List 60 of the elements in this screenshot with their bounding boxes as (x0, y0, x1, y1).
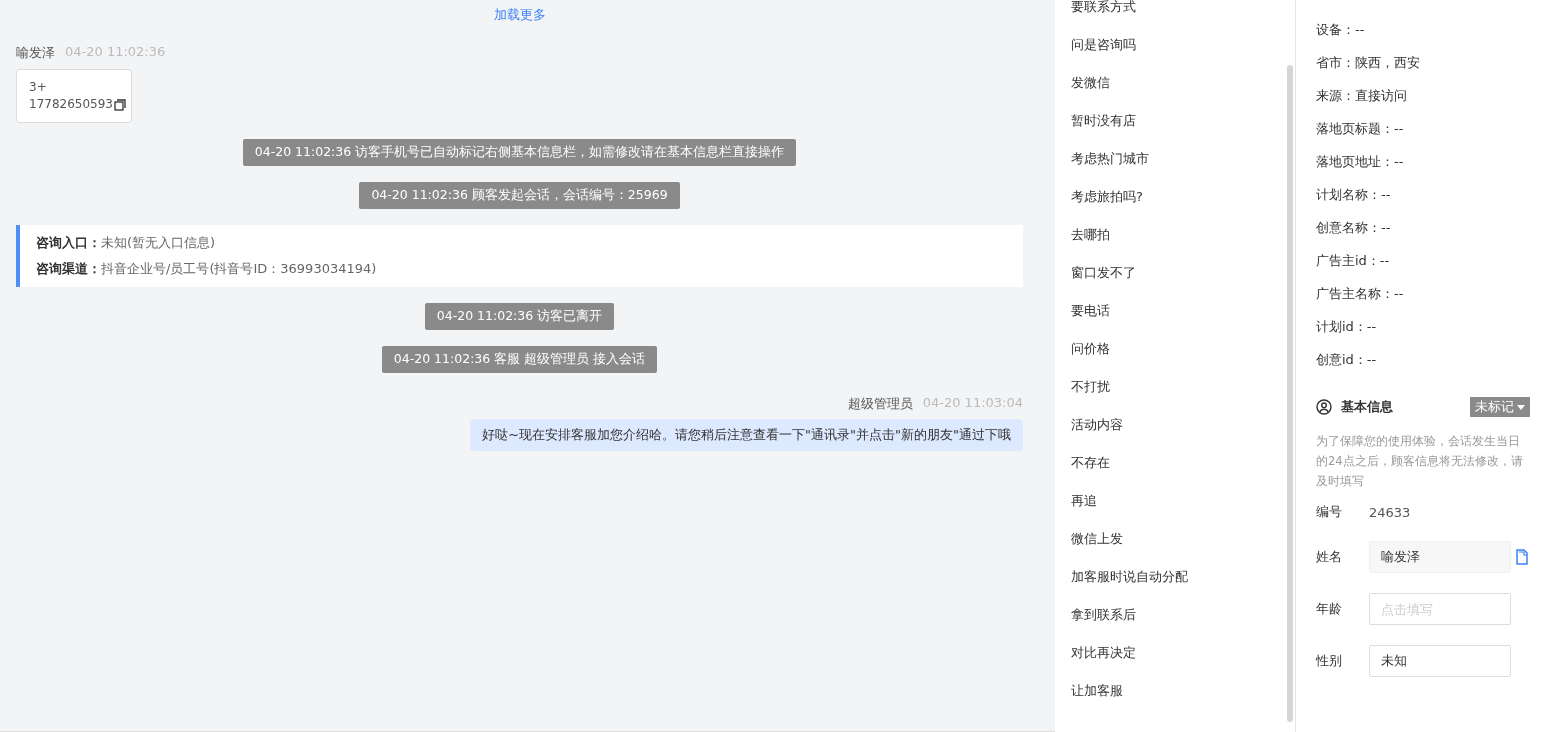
notice-text: 为了保障您的使用体验，会话发生当日的24点之后，顾客信息将无法修改，请及时填写 (1316, 433, 1524, 490)
info-value: 未知(暂无入口信息) (101, 235, 216, 250)
visit-info-item: 创意名称：-- (1316, 219, 1392, 237)
quick-reply-item[interactable]: 对比再决定 (1071, 634, 1295, 672)
sender-name: 超级管理员 (847, 395, 913, 413)
visit-info-item: 创意id：-- (1316, 351, 1378, 369)
message-time: 04-20 11:03:04 (922, 395, 1023, 412)
quick-reply-item[interactable]: 活动内容 (1071, 406, 1295, 444)
quick-reply-item[interactable]: 要联系方式 (1071, 0, 1295, 26)
quick-reply-item[interactable]: 考虑热门城市 (1071, 140, 1295, 178)
quick-reply-item[interactable]: 暂时没有店 (1071, 102, 1295, 140)
visit-info-item: 计划名称：-- (1316, 186, 1392, 204)
scrollbar[interactable] (1287, 65, 1293, 722)
message-time: 04-20 11:02:36 (65, 44, 166, 61)
copy-icon[interactable] (114, 98, 126, 111)
info-value: 抖音企业号/员工号(抖音号ID：36993034194) (101, 261, 377, 276)
caret-icon (1517, 404, 1525, 410)
info-label: 咨询入口： (36, 235, 101, 250)
customer-id: 24633 (1369, 504, 1411, 520)
quick-reply-item[interactable]: 窗口发不了 (1071, 254, 1295, 292)
quick-reply-item[interactable]: 问是咨询吗 (1071, 26, 1295, 64)
field-label: 性别 (1316, 652, 1343, 670)
quick-reply-item[interactable]: 不打扰 (1071, 368, 1295, 406)
info-label: 咨询渠道： (36, 261, 101, 276)
visit-info-item: 落地页标题：-- (1316, 120, 1405, 138)
field-label: 编号 (1316, 503, 1343, 521)
visit-info-item: 来源：直接访问 (1316, 87, 1408, 105)
visit-info-item: 落地页地址：-- (1316, 153, 1405, 171)
quick-reply-item[interactable]: 微信上发 (1071, 520, 1295, 558)
message-bubble: 好哒~现在安排客服加您介绍哈。请您稍后注意查看一下"通讯录"并点击"新的朋友"通过下哦 (470, 419, 1023, 451)
document-icon[interactable] (1515, 549, 1529, 565)
sender-name: 喻发泽 (16, 44, 55, 62)
input-field[interactable]: 喻发泽 (1369, 541, 1511, 573)
visit-info-item: 省市：陕西，西安 (1316, 54, 1421, 72)
field-label: 姓名 (1316, 548, 1343, 566)
quick-reply-item[interactable]: 发微信 (1071, 64, 1295, 102)
visit-info-item: 广告主id：-- (1316, 252, 1391, 270)
quick-reply-item[interactable]: 再追 (1071, 482, 1295, 520)
input-field[interactable]: 未知 (1369, 645, 1511, 677)
visit-info-item: 计划id：-- (1316, 318, 1378, 336)
quick-reply-item[interactable]: 不存在 (1071, 444, 1295, 482)
quick-reply-item[interactable]: 拿到联系后 (1071, 596, 1295, 634)
quick-reply-item[interactable]: 要电话 (1071, 292, 1295, 330)
system-message: 04-20 11:02:36 访客手机号已自动标记右侧基本信息栏，如需修改请在基本信息栏直接操作 (242, 139, 797, 166)
system-message: 04-20 11:02:36 客服 超级管理员 接入会话 (381, 346, 658, 373)
quick-reply-item[interactable]: 考虑旅拍吗? (1071, 178, 1295, 216)
section-title: 基本信息 (1341, 398, 1393, 416)
visit-info-item: 设备：-- (1316, 21, 1366, 39)
message-text: 17782650593 (29, 96, 113, 113)
load-more-link[interactable]: 加载更多 (493, 6, 546, 24)
quick-reply-item[interactable]: 问价格 (1071, 330, 1295, 368)
visit-info-item: 广告主名称：-- (1316, 285, 1405, 303)
quick-reply-item[interactable]: 去哪拍 (1071, 216, 1295, 254)
field-label: 年龄 (1316, 600, 1343, 618)
system-message: 04-20 11:02:36 顾客发起会话，会话编号：25969 (359, 182, 680, 209)
user-icon (1316, 399, 1332, 415)
quick-reply-item[interactable]: 让加客服 (1071, 672, 1295, 710)
system-message: 04-20 11:02:36 访客已离开 (424, 303, 615, 330)
quick-reply-item[interactable]: 加客服时说自动分配 (1071, 558, 1295, 596)
message-text: 3+ (29, 79, 47, 96)
